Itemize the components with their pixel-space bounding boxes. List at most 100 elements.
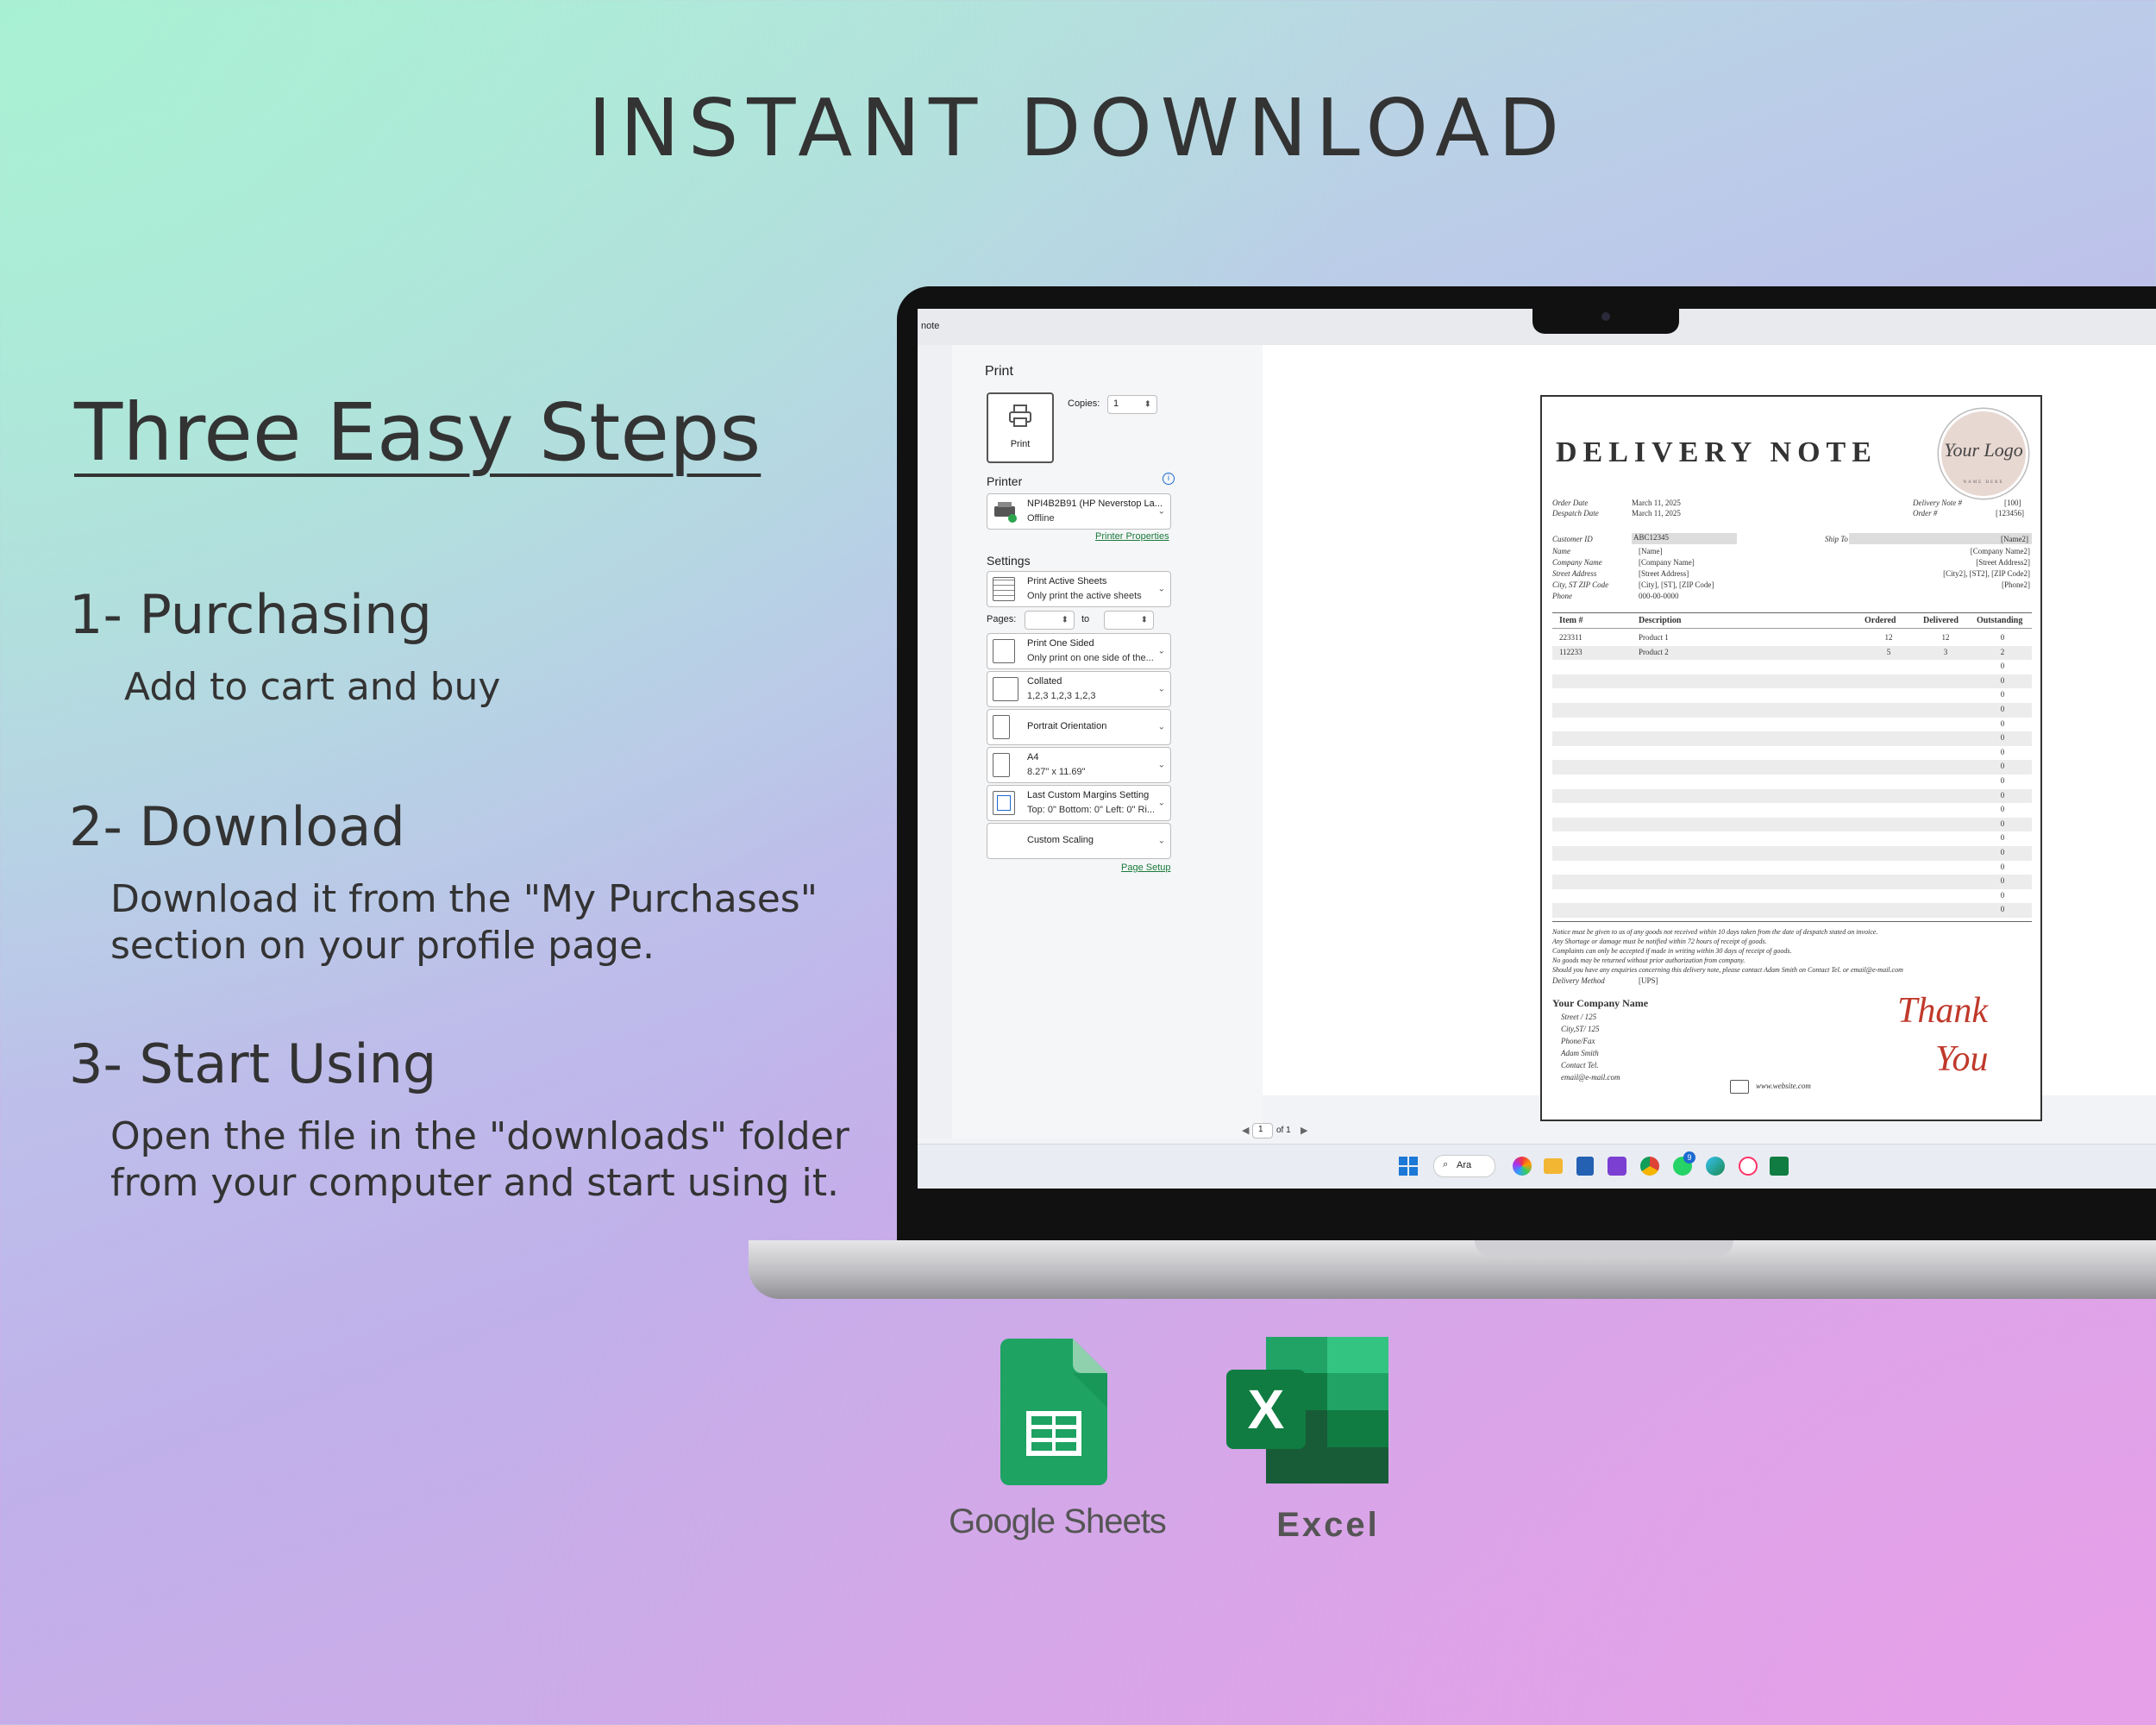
margins-icon xyxy=(993,791,1015,815)
setting-margins[interactable]: Last Custom Margins Setting Top: 0" Bott… xyxy=(987,785,1171,821)
table-cell-outstanding: 0 xyxy=(2000,662,2005,671)
ship-company: [Company Name2] xyxy=(1970,547,2030,555)
table-bottom-rule xyxy=(1552,921,2032,922)
note-line: No goods may be returned without prior a… xyxy=(1552,957,1745,964)
clipchamp-icon[interactable] xyxy=(1608,1157,1626,1176)
table-cell-outstanding: 0 xyxy=(2000,690,2005,699)
thank-text: Thank xyxy=(1897,991,1988,1031)
folder-icon[interactable] xyxy=(1544,1158,1563,1174)
setting-line-1: Custom Scaling xyxy=(1027,835,1094,845)
google-sheets-label: Google Sheets xyxy=(949,1502,1167,1540)
backstage-nav xyxy=(918,345,953,1138)
table-cell-outstanding: 0 xyxy=(2000,718,2005,728)
table-cell-outstanding: 0 xyxy=(2000,819,2005,828)
table-row: 0 xyxy=(1552,703,2032,718)
table-row: 0 xyxy=(1552,688,2032,703)
table-header-rule xyxy=(1552,628,2032,629)
edge-icon[interactable] xyxy=(1706,1157,1725,1176)
collated-icon xyxy=(993,677,1018,701)
bill-value: [Street Address] xyxy=(1639,569,1689,578)
table-cell-outstanding: 0 xyxy=(2000,862,2005,871)
step-3-text: Open the file in the "downloads" folder … xyxy=(110,1113,849,1207)
next-page-icon[interactable]: ▶ xyxy=(1300,1125,1307,1136)
printer-properties-link[interactable]: Printer Properties xyxy=(1095,531,1169,542)
prev-page-icon[interactable]: ◀ xyxy=(1242,1125,1249,1136)
logo-text: Your Logo xyxy=(1944,439,2023,461)
page-setup-link[interactable]: Page Setup xyxy=(1121,862,1171,873)
bill-label: Name xyxy=(1552,547,1570,555)
search-icon: ⌕ xyxy=(1443,1159,1449,1170)
col-delivered: Delivered xyxy=(1923,616,1959,625)
taskbar-search[interactable]: ⌕ Ara xyxy=(1433,1155,1495,1177)
setting-line-2: Only print the active sheets xyxy=(1027,591,1142,601)
ship-city: [City2], [ST2], [ZIP Code2] xyxy=(1943,569,2030,578)
bill-label: Phone xyxy=(1552,592,1572,600)
step-2-line-2: section on your profile page. xyxy=(110,924,655,968)
table-row: 0 xyxy=(1552,875,2032,889)
website: www.website.com xyxy=(1756,1082,1811,1090)
pages-to-input[interactable]: ⬍ xyxy=(1104,611,1154,630)
table-row: 112233 Product 2 5 3 2 xyxy=(1552,645,2032,661)
table-cell-outstanding: 0 xyxy=(2000,762,2005,771)
bill-label: Street Address xyxy=(1552,569,1597,578)
setting-line-1: Portrait Orientation xyxy=(1027,721,1107,731)
printer-select[interactable]: NPI4B2B91 (HP Neverstop La... Offline ⌄ xyxy=(987,493,1171,530)
table-cell-outstanding: 0 xyxy=(2000,633,2005,642)
bill-value: [Company Name] xyxy=(1639,558,1695,567)
delivery-note-title: DELIVERY NOTE xyxy=(1556,436,1877,468)
chrome-icon[interactable] xyxy=(1640,1157,1659,1176)
itunes-icon[interactable] xyxy=(1739,1157,1758,1176)
pages-from-input[interactable]: ⬍ xyxy=(1025,611,1075,630)
page-number-input[interactable]: 1 xyxy=(1252,1123,1273,1138)
delivery-method: [UPS] xyxy=(1639,976,1658,985)
table-top-rule xyxy=(1552,612,2032,613)
step-2-line-1: Download it from the "My Purchases" xyxy=(110,877,818,921)
table-cell-desc: Product 2 xyxy=(1639,647,1669,656)
setting-sides[interactable]: Print One Sided Only print on one side o… xyxy=(987,633,1171,669)
steps-title: Three Easy Steps xyxy=(74,386,761,479)
setting-line-2: 8.27" x 11.69" xyxy=(1027,767,1086,777)
spin-icon: ⬍ xyxy=(1140,615,1148,625)
ship-phone: [Phone2] xyxy=(2002,580,2030,589)
table-row: 0 xyxy=(1552,718,2032,732)
setting-scaling[interactable]: Custom Scaling ⌄ xyxy=(987,823,1171,859)
whatsapp-icon[interactable]: 9 xyxy=(1673,1151,1695,1176)
bill-value: [City], [ST], [ZIP Code] xyxy=(1639,580,1714,589)
copies-input[interactable]: 1 ⬍ xyxy=(1107,395,1157,414)
table-cell-outstanding: 0 xyxy=(2000,790,2005,800)
setting-collated[interactable]: Collated 1,2,3 1,2,3 1,2,3 ⌄ xyxy=(987,671,1171,707)
table-row: 223311 Product 1 12 12 0 xyxy=(1552,631,2032,646)
table-cell-outstanding: 0 xyxy=(2000,805,2005,814)
table-row: 0 xyxy=(1552,674,2032,689)
windows-start-icon[interactable] xyxy=(1399,1157,1418,1176)
note-line: Should you have any enquiries concerning… xyxy=(1552,966,1903,974)
info-icon[interactable]: i xyxy=(1163,473,1175,485)
table-cell-delivered: 3 xyxy=(1943,647,1948,656)
table-row: 0 xyxy=(1552,889,2032,904)
table-cell-item: 223311 xyxy=(1559,633,1583,642)
setting-print-active-sheets[interactable]: Print Active Sheets Only print the activ… xyxy=(987,571,1171,607)
setting-orientation[interactable]: Portrait Orientation ⌄ xyxy=(987,709,1171,745)
excel-taskbar-icon[interactable] xyxy=(1770,1157,1789,1176)
excel-logo: X xyxy=(1226,1337,1388,1484)
printer-icon xyxy=(1009,405,1031,427)
customer-id: ABC12345 xyxy=(1632,533,1737,544)
paper-icon xyxy=(993,753,1010,777)
setting-line-1: Last Custom Margins Setting xyxy=(1027,790,1150,800)
setting-line-2: Only print on one side of the... xyxy=(1027,653,1154,663)
copilot-icon[interactable] xyxy=(1513,1157,1532,1176)
table-cell-outstanding: 0 xyxy=(2000,876,2005,886)
setting-paper-size[interactable]: A4 8.27" x 11.69" ⌄ xyxy=(987,747,1171,783)
print-button[interactable]: Print xyxy=(987,392,1054,463)
table-cell-item: 112233 xyxy=(1559,647,1583,656)
headline: INSTANT DOWNLOAD xyxy=(587,82,1569,174)
col-outstanding: Outstanding xyxy=(1977,616,2023,625)
print-title: Print xyxy=(985,364,1013,379)
camera-lens xyxy=(1601,312,1610,321)
table-cell-outstanding: 0 xyxy=(2000,833,2005,843)
dispatch-date: March 11, 2025 xyxy=(1632,509,1681,518)
note-line: Any Shortage or damage must be notified … xyxy=(1552,938,1767,945)
delivery-note-page: DELIVERY NOTE Your Logo NAME HERE Order … xyxy=(1540,395,2042,1121)
store-icon[interactable] xyxy=(1576,1157,1594,1176)
table-row: 0 xyxy=(1552,731,2032,746)
